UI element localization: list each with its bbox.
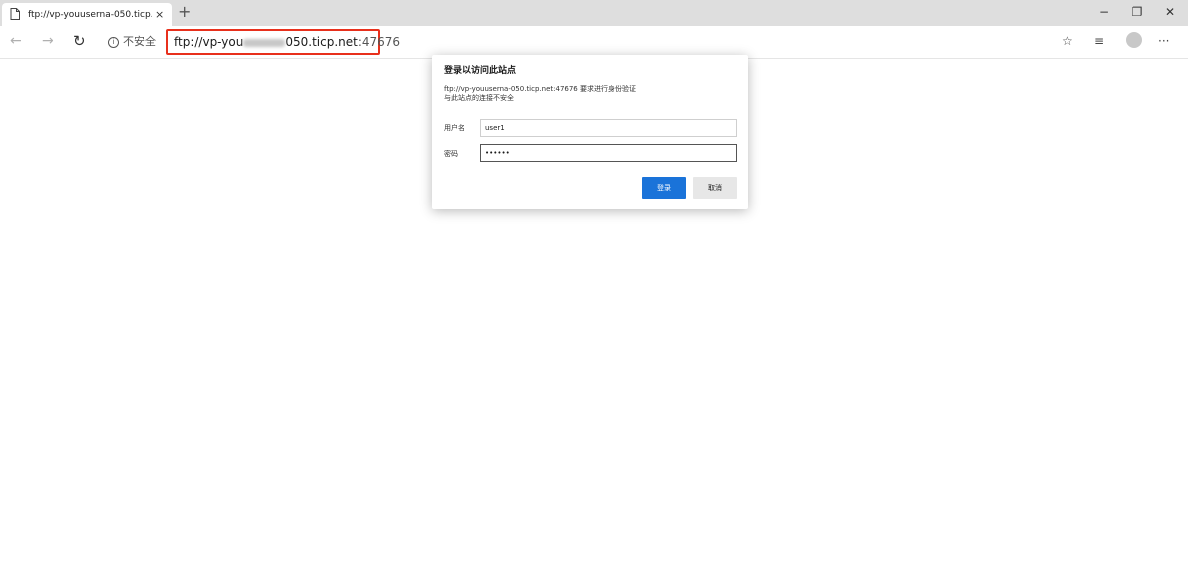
tab-title: ftp://vp-youuserna-050.ticp.net:47676 <box>28 10 152 20</box>
reload-icon[interactable]: ↻ <box>73 33 86 49</box>
login-button[interactable]: 登录 <box>642 177 686 199</box>
url-suffix: 050.ticp.net <box>285 35 358 49</box>
window-close-icon[interactable]: ✕ <box>1158 4 1182 20</box>
url-prefix: ftp://vp-you <box>174 35 244 49</box>
url-input[interactable]: ftp://vp-you 050.ticp.net:47676 <box>174 34 400 50</box>
favorites-list-icon[interactable]: ≡ <box>1094 33 1104 49</box>
security-label: 不安全 <box>123 35 156 48</box>
password-label: 密码 <box>444 150 458 158</box>
username-input[interactable] <box>480 119 737 137</box>
dialog-message-line1: ftp://vp-youuserna-050.ticp.net:47676 要求… <box>444 85 636 93</box>
dialog-message: ftp://vp-youuserna-050.ticp.net:47676 要求… <box>444 85 636 103</box>
forward-icon[interactable]: → <box>42 33 54 49</box>
url-port: :47676 <box>357 35 401 49</box>
title-bar: ftp://vp-youuserna-050.ticp.net:47676 × … <box>0 0 1188 26</box>
dialog-title: 登录以访问此站点 <box>444 66 517 76</box>
username-label: 用户名 <box>444 124 465 132</box>
password-input[interactable] <box>480 144 737 162</box>
page-icon <box>10 8 20 20</box>
tab-close-icon[interactable]: × <box>155 8 164 22</box>
more-options-icon[interactable]: ··· <box>1158 33 1169 49</box>
info-icon: i <box>108 36 119 48</box>
url-redacted <box>243 38 286 47</box>
minimize-icon[interactable]: − <box>1092 4 1116 20</box>
cancel-button[interactable]: 取消 <box>693 177 737 199</box>
security-indicator[interactable]: i 不安全 <box>108 34 156 50</box>
tab-ftp[interactable]: ftp://vp-youuserna-050.ticp.net:47676 × <box>2 3 172 26</box>
new-tab-icon[interactable]: + <box>178 4 191 20</box>
back-icon[interactable]: ← <box>10 33 22 49</box>
dialog-message-line2: 与此站点的连接不安全 <box>444 94 514 102</box>
favorite-star-icon[interactable]: ☆ <box>1062 33 1073 49</box>
restore-icon[interactable]: ❐ <box>1125 4 1149 20</box>
profile-avatar[interactable] <box>1126 32 1142 48</box>
auth-dialog: 登录以访问此站点 ftp://vp-youuserna-050.ticp.net… <box>432 55 748 209</box>
